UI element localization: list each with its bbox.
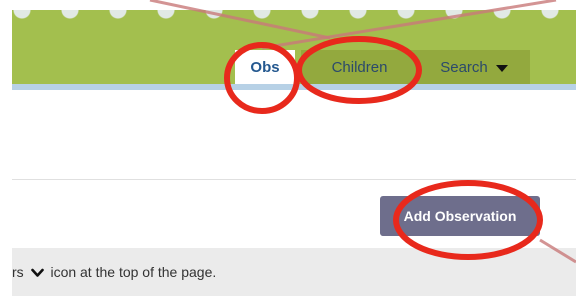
top-strip [0,0,576,10]
tab-obs[interactable]: Obs [235,50,295,84]
header-border [12,84,576,90]
chevron-down-icon [30,268,44,278]
tab-children[interactable]: Children [301,50,418,84]
info-text-before: rs [12,264,24,280]
caret-down-icon [495,64,508,72]
divider [12,179,576,180]
header-pattern [12,10,576,24]
info-text: rs icon at the top of the page. [12,264,216,280]
add-observation-button[interactable]: Add Observation [380,196,540,236]
tab-search-label: Search [440,58,488,76]
tab-search[interactable]: Search [418,50,530,84]
info-text-after: icon at the top of the page. [50,264,217,280]
